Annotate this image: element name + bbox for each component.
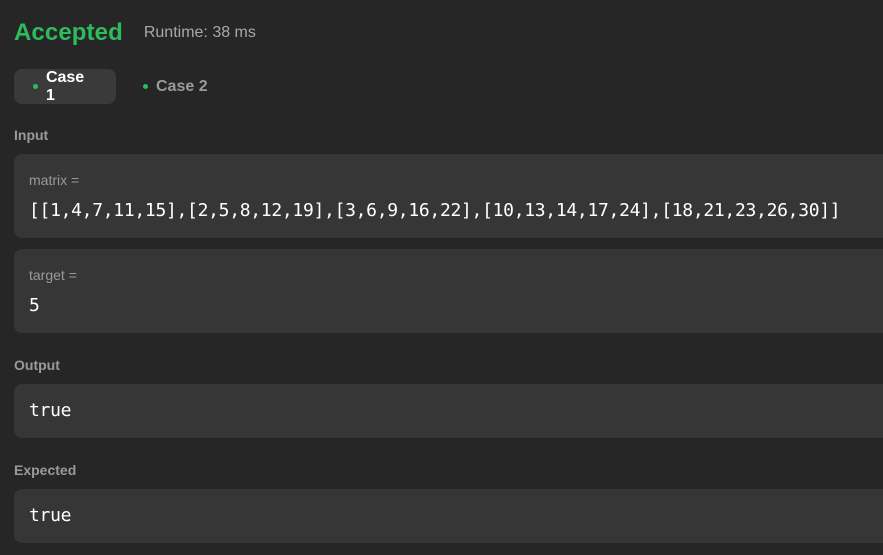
output-label: Output (14, 357, 60, 373)
matrix-param-value: [[1,4,7,11,15],[2,5,8,12,19],[3,6,9,16,2… (29, 200, 841, 221)
passed-dot-icon (143, 84, 148, 89)
testcase-result-panel: Accepted Runtime: 38 ms Case 1 Case 2 In… (0, 0, 883, 555)
tab-case-1[interactable]: Case 1 (14, 69, 116, 104)
passed-dot-icon (33, 84, 38, 89)
matrix-param-box[interactable]: matrix = [[1,4,7,11,15],[2,5,8,12,19],[3… (14, 154, 883, 238)
tab-case-1-label: Case 1 (45, 68, 85, 104)
output-value: true (29, 400, 72, 421)
case-tabs: Case 1 Case 2 (14, 69, 227, 104)
tab-case-2[interactable]: Case 2 (124, 69, 227, 104)
target-param-box[interactable]: target = 5 (14, 249, 883, 333)
tab-case-2-label: Case 2 (156, 77, 208, 95)
runtime-label: Runtime: 38 ms (143, 24, 256, 41)
matrix-param-name: matrix = (29, 172, 80, 188)
target-param-name: target = (29, 267, 77, 283)
expected-box[interactable]: true (14, 489, 883, 543)
target-param-value: 5 (29, 295, 40, 316)
output-box[interactable]: true (14, 384, 883, 438)
result-status: Accepted (14, 19, 123, 46)
input-label: Input (14, 127, 49, 143)
result-header: Accepted Runtime: 38 ms (14, 16, 256, 50)
expected-value: true (29, 505, 72, 526)
expected-label: Expected (14, 462, 77, 478)
